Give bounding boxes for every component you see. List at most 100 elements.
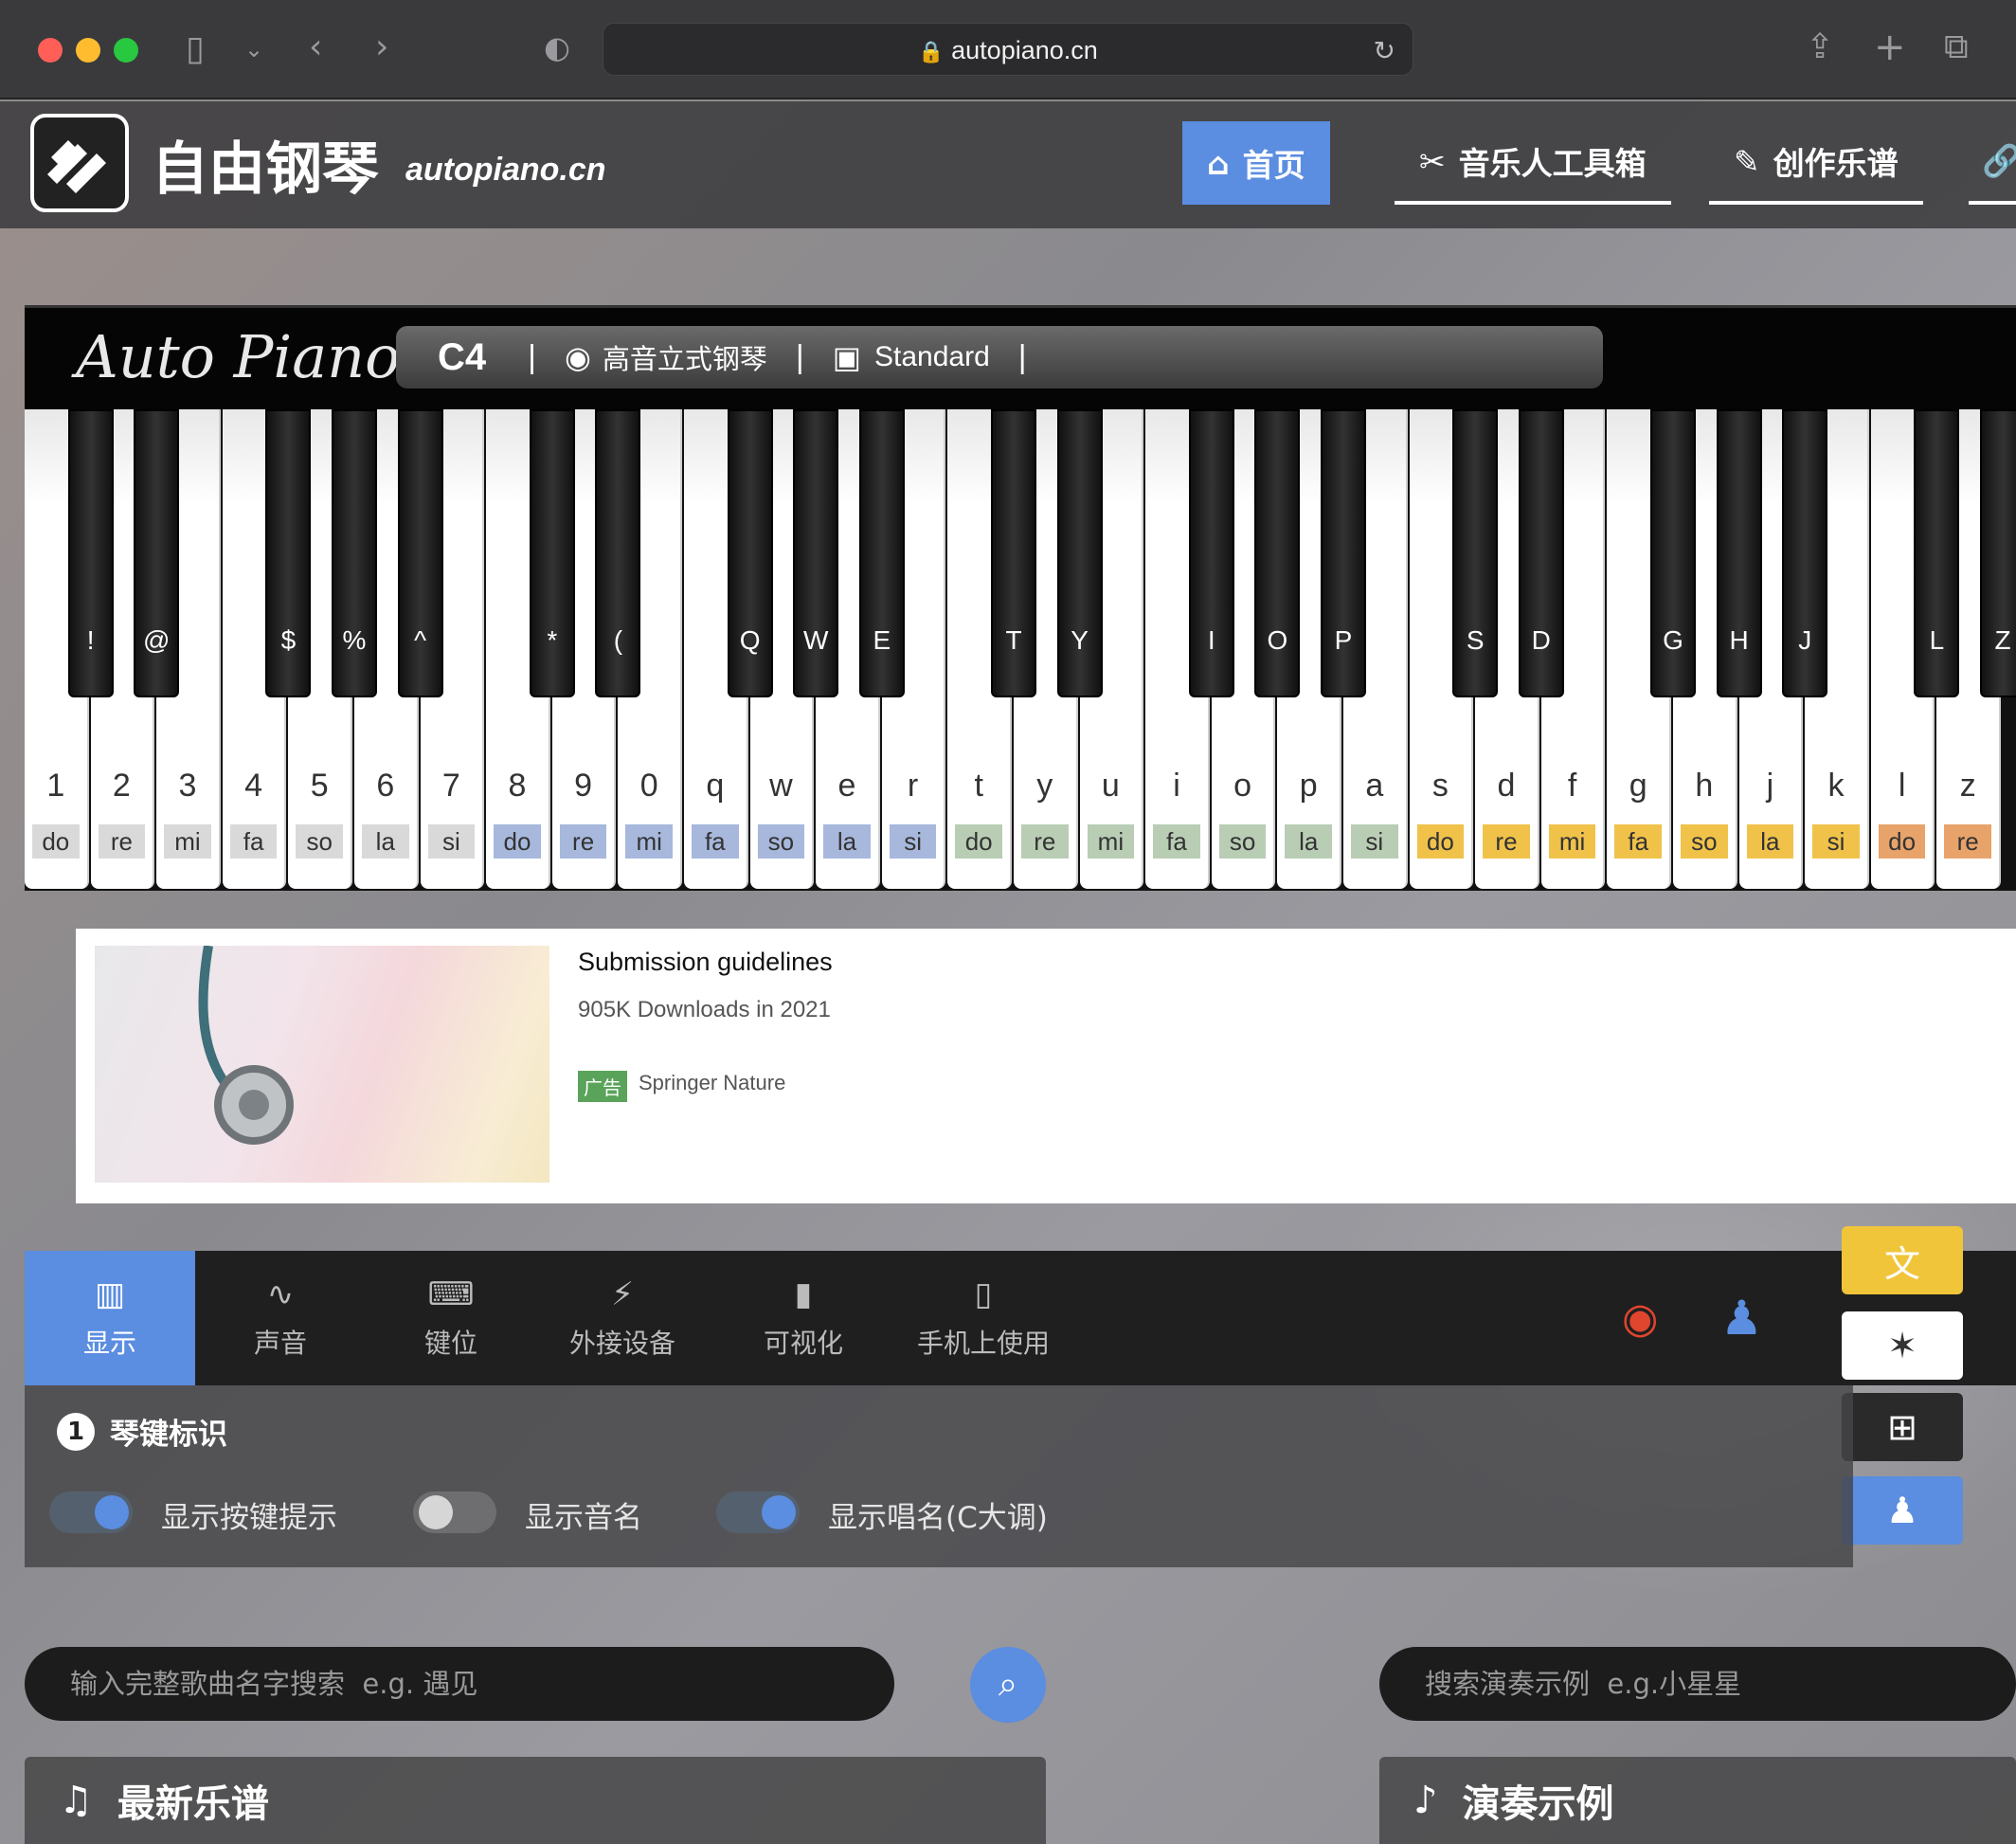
key-label: T — [1005, 625, 1022, 655]
tab-display[interactable]: ▥ 显示 — [25, 1251, 195, 1385]
solfege-label: si — [889, 824, 937, 859]
ad-title[interactable]: Submission guidelines — [578, 948, 833, 977]
reload-icon[interactable]: ↻ — [1374, 35, 1395, 66]
solfege-label: do — [955, 824, 1002, 859]
solfege-label: la — [823, 824, 871, 859]
key-label: ! — [86, 625, 95, 655]
black-key[interactable]: H — [1716, 409, 1762, 697]
black-key[interactable]: Y — [1056, 409, 1103, 697]
key-label: i — [1173, 768, 1180, 804]
octave-selector[interactable]: C4 — [438, 336, 486, 379]
solfege-label: mi — [625, 824, 673, 859]
black-key[interactable]: % — [332, 409, 377, 697]
black-key[interactable]: P — [1321, 409, 1366, 697]
black-key[interactable]: L — [1914, 409, 1960, 697]
piano-icon: ▥ — [94, 1275, 126, 1313]
black-key[interactable]: J — [1782, 409, 1828, 697]
theme-toggle-button[interactable]: ✶ — [1842, 1311, 1963, 1380]
nav-compose-score[interactable]: ✎ 创作乐谱 — [1709, 121, 1923, 205]
black-key[interactable]: ( — [595, 409, 641, 697]
song-search-input[interactable] — [70, 1668, 894, 1700]
key-label: q — [706, 768, 725, 804]
autopiano-logo: Auto Piano — [76, 322, 401, 391]
ad-image-stethoscope[interactable] — [95, 945, 549, 1183]
key-label: h — [1695, 768, 1714, 804]
translate-button[interactable]: 文 — [1842, 1226, 1963, 1294]
black-key[interactable]: W — [793, 409, 839, 697]
solfege-label: fa — [1153, 824, 1200, 859]
tab-overview-icon[interactable]: ⧉ — [1944, 30, 1969, 64]
toggle-show-key-hints[interactable] — [49, 1491, 133, 1533]
nav-link-more[interactable]: 🔗 — [1969, 121, 2016, 205]
piano-keyboard: 1 do 2 re 3 mi 4 fa 5 so 6 la 7 si 8 do 9 re 0 mi q fa w so e la r… — [25, 409, 2016, 891]
address-bar[interactable]: 🔒 autopiano.cn ↻ — [603, 23, 1413, 76]
black-key[interactable]: ! — [67, 409, 114, 697]
zoom-window-button[interactable] — [114, 38, 138, 63]
tab-external-devices[interactable]: ⚡ 外接设备 — [536, 1251, 709, 1385]
minimize-window-button[interactable] — [76, 38, 100, 63]
black-key[interactable]: Q — [727, 409, 773, 697]
black-key[interactable]: ^ — [397, 409, 443, 697]
solfege-label: so — [757, 824, 805, 859]
solfege-label: so — [296, 824, 343, 859]
compose-icon: ✎ — [1734, 142, 1760, 180]
piano-control-bar: C4 | ◉ 高音立式钢琴 | ▣ Standard | — [396, 326, 1603, 389]
sidebar-toggle-icon[interactable]: ▯ — [186, 32, 205, 66]
keymap-selector[interactable]: Standard — [874, 341, 990, 373]
key-label: W — [802, 625, 829, 655]
solfege-label: fa — [229, 824, 278, 859]
weibo-icon[interactable]: ◉ — [1622, 1294, 1658, 1343]
black-key[interactable]: Z — [1980, 409, 2016, 697]
nav-home[interactable]: ⌂ 首页 — [1182, 121, 1330, 205]
key-label: g — [1629, 768, 1647, 804]
tab-mobile[interactable]: ▯ 手机上使用 — [898, 1251, 1069, 1385]
brand-domain[interactable]: autopiano.cn — [405, 152, 606, 189]
share-icon[interactable]: ⇪ — [1806, 30, 1834, 64]
instrument-selector[interactable]: 高音立式钢琴 — [603, 337, 767, 377]
key-label: Y — [1071, 625, 1089, 655]
key-label: ( — [613, 625, 623, 655]
black-key[interactable]: S — [1452, 409, 1499, 697]
solfege-label: re — [1021, 824, 1069, 859]
section-number: 1 — [57, 1412, 95, 1451]
black-key[interactable]: D — [1518, 409, 1564, 697]
key-label: 7 — [441, 768, 460, 804]
demo-search-input[interactable] — [1425, 1668, 2016, 1700]
brand-name[interactable]: 自由钢琴 — [152, 123, 379, 206]
site-logo-icon[interactable] — [30, 114, 129, 212]
black-key[interactable]: @ — [134, 409, 180, 697]
tab-keymap[interactable]: ⌨ 键位 — [366, 1251, 536, 1385]
black-key[interactable]: T — [991, 409, 1036, 697]
qq-icon[interactable]: ♟ — [1720, 1291, 1763, 1346]
back-icon[interactable]: ‹ — [309, 30, 322, 64]
key-label: j — [1766, 768, 1774, 804]
close-window-button[interactable] — [38, 38, 63, 63]
plug-icon: ⚡ — [611, 1275, 634, 1313]
nav-music-toolbox[interactable]: ✂ 音乐人工具箱 — [1395, 121, 1671, 205]
demo-performances-card: ♪ 演奏示例 — [1379, 1757, 2016, 1844]
solfege-label: mi — [164, 824, 211, 859]
forward-icon[interactable]: › — [375, 30, 388, 64]
solfege-label: do — [1416, 824, 1465, 859]
ad-subtitle: 905K Downloads in 2021 — [578, 997, 831, 1022]
black-key[interactable]: G — [1650, 409, 1696, 697]
new-tab-icon[interactable]: + — [1874, 28, 1906, 66]
tab-visualization[interactable]: ▮ 可视化 — [728, 1251, 879, 1385]
toggle-show-solfege[interactable] — [716, 1491, 800, 1533]
black-key[interactable]: $ — [265, 409, 312, 697]
search-button[interactable]: ⌕ — [970, 1647, 1046, 1723]
black-key[interactable]: I — [1188, 409, 1234, 697]
solfege-label: mi — [1087, 824, 1135, 859]
qq-group-button[interactable]: ♟ — [1842, 1476, 1963, 1545]
ad-advertiser[interactable]: Springer Nature — [639, 1071, 785, 1095]
chevron-down-icon[interactable]: ⌄ — [244, 38, 263, 61]
black-key[interactable]: E — [858, 409, 905, 697]
black-key[interactable]: O — [1254, 409, 1301, 697]
background-image-button[interactable]: ⊞ — [1842, 1393, 1963, 1461]
key-label: k — [1827, 768, 1845, 804]
solfege-label: do — [32, 824, 80, 859]
tab-sound[interactable]: ∿ 声音 — [195, 1251, 366, 1385]
black-key[interactable]: * — [529, 409, 575, 697]
toggle-show-note-names[interactable] — [413, 1491, 496, 1533]
shield-icon[interactable]: ◐ — [544, 32, 570, 63]
